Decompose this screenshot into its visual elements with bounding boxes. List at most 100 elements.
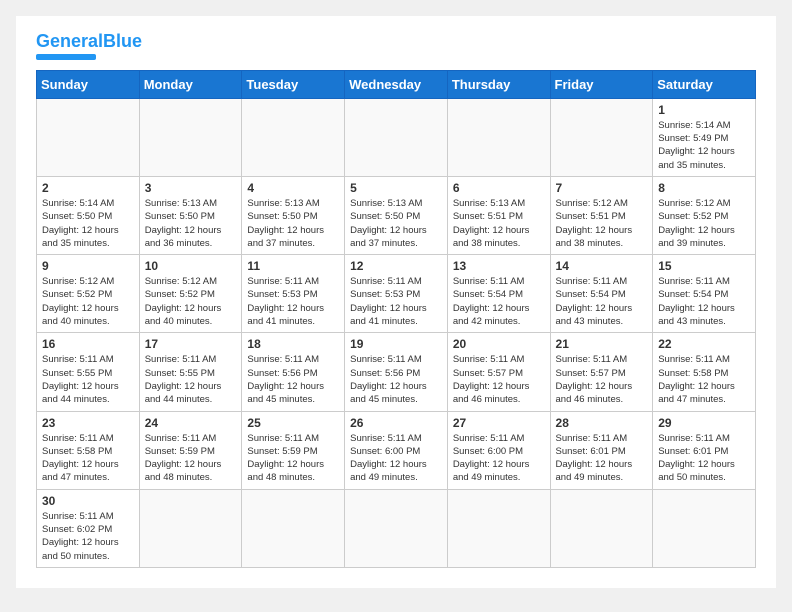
calendar-cell: 15 Sunrise: 5:11 AM Sunset: 5:54 PM Dayli…: [653, 255, 756, 333]
day-info: Sunrise: 5:13 AM Sunset: 5:50 PM Dayligh…: [350, 197, 442, 250]
day-info: Sunrise: 5:11 AM Sunset: 5:54 PM Dayligh…: [453, 275, 545, 328]
calendar-row-0: 1 Sunrise: 5:14 AM Sunset: 5:49 PM Daylig…: [37, 98, 756, 176]
calendar-cell: [242, 98, 345, 176]
day-info: Sunrise: 5:11 AM Sunset: 5:54 PM Dayligh…: [556, 275, 648, 328]
calendar-cell: 17 Sunrise: 5:11 AM Sunset: 5:55 PM Dayli…: [139, 333, 242, 411]
day-info: Sunrise: 5:11 AM Sunset: 5:55 PM Dayligh…: [145, 353, 237, 406]
weekday-tuesday: Tuesday: [242, 70, 345, 98]
logo-blue: Blue: [103, 31, 142, 51]
day-info: Sunrise: 5:12 AM Sunset: 5:52 PM Dayligh…: [145, 275, 237, 328]
calendar-cell: 5Sunrise: 5:13 AM Sunset: 5:50 PM Daylig…: [345, 176, 448, 254]
weekday-header-row: SundayMondayTuesdayWednesdayThursdayFrid…: [37, 70, 756, 98]
calendar-cell: [139, 98, 242, 176]
day-number: 12: [350, 259, 442, 273]
calendar: SundayMondayTuesdayWednesdayThursdayFrid…: [36, 70, 756, 568]
weekday-saturday: Saturday: [653, 70, 756, 98]
day-info: Sunrise: 5:11 AM Sunset: 6:01 PM Dayligh…: [556, 432, 648, 485]
day-info: Sunrise: 5:11 AM Sunset: 6:01 PM Dayligh…: [658, 432, 750, 485]
logo-text: GeneralBlue: [36, 32, 142, 52]
day-info: Sunrise: 5:11 AM Sunset: 5:55 PM Dayligh…: [42, 353, 134, 406]
weekday-friday: Friday: [550, 70, 653, 98]
calendar-cell: 10 Sunrise: 5:12 AM Sunset: 5:52 PM Dayli…: [139, 255, 242, 333]
calendar-row-5: 30 Sunrise: 5:11 AM Sunset: 6:02 PM Dayli…: [37, 489, 756, 567]
day-info: Sunrise: 5:11 AM Sunset: 5:53 PM Dayligh…: [350, 275, 442, 328]
calendar-cell: 29 Sunrise: 5:11 AM Sunset: 6:01 PM Dayli…: [653, 411, 756, 489]
calendar-cell: [37, 98, 140, 176]
day-info: Sunrise: 5:12 AM Sunset: 5:52 PM Dayligh…: [658, 197, 750, 250]
day-info: Sunrise: 5:14 AM Sunset: 5:49 PM Dayligh…: [658, 119, 750, 172]
day-number: 17: [145, 337, 237, 351]
calendar-cell: 14 Sunrise: 5:11 AM Sunset: 5:54 PM Dayli…: [550, 255, 653, 333]
day-number: 22: [658, 337, 750, 351]
day-number: 24: [145, 416, 237, 430]
day-info: Sunrise: 5:11 AM Sunset: 5:56 PM Dayligh…: [247, 353, 339, 406]
page: GeneralBlue SundayMondayTuesdayWednesday…: [16, 16, 776, 588]
calendar-cell: 9 Sunrise: 5:12 AM Sunset: 5:52 PM Daylig…: [37, 255, 140, 333]
calendar-cell: [447, 489, 550, 567]
day-info: Sunrise: 5:11 AM Sunset: 5:58 PM Dayligh…: [658, 353, 750, 406]
weekday-monday: Monday: [139, 70, 242, 98]
day-number: 28: [556, 416, 648, 430]
day-number: 14: [556, 259, 648, 273]
day-number: 25: [247, 416, 339, 430]
calendar-cell: 23 Sunrise: 5:11 AM Sunset: 5:58 PM Dayli…: [37, 411, 140, 489]
logo-bar: [36, 54, 96, 60]
calendar-cell: 18 Sunrise: 5:11 AM Sunset: 5:56 PM Dayli…: [242, 333, 345, 411]
day-info: Sunrise: 5:13 AM Sunset: 5:50 PM Dayligh…: [247, 197, 339, 250]
day-number: 2: [42, 181, 134, 195]
day-number: 18: [247, 337, 339, 351]
day-info: Sunrise: 5:12 AM Sunset: 5:52 PM Dayligh…: [42, 275, 134, 328]
calendar-cell: [345, 489, 448, 567]
day-number: 15: [658, 259, 750, 273]
day-number: 9: [42, 259, 134, 273]
day-number: 27: [453, 416, 545, 430]
day-info: Sunrise: 5:11 AM Sunset: 5:58 PM Dayligh…: [42, 432, 134, 485]
calendar-cell: 13Sunrise: 5:11 AM Sunset: 5:54 PM Dayli…: [447, 255, 550, 333]
calendar-cell: 28 Sunrise: 5:11 AM Sunset: 6:01 PM Dayli…: [550, 411, 653, 489]
calendar-cell: 19 Sunrise: 5:11 AM Sunset: 5:56 PM Dayli…: [345, 333, 448, 411]
weekday-wednesday: Wednesday: [345, 70, 448, 98]
day-number: 19: [350, 337, 442, 351]
calendar-cell: [139, 489, 242, 567]
day-number: 16: [42, 337, 134, 351]
day-info: Sunrise: 5:14 AM Sunset: 5:50 PM Dayligh…: [42, 197, 134, 250]
day-number: 1: [658, 103, 750, 117]
calendar-cell: 30 Sunrise: 5:11 AM Sunset: 6:02 PM Dayli…: [37, 489, 140, 567]
calendar-cell: 4Sunrise: 5:13 AM Sunset: 5:50 PM Daylig…: [242, 176, 345, 254]
day-info: Sunrise: 5:11 AM Sunset: 5:59 PM Dayligh…: [247, 432, 339, 485]
day-info: Sunrise: 5:11 AM Sunset: 5:53 PM Dayligh…: [247, 275, 339, 328]
day-number: 29: [658, 416, 750, 430]
day-number: 8: [658, 181, 750, 195]
calendar-cell: 16 Sunrise: 5:11 AM Sunset: 5:55 PM Dayli…: [37, 333, 140, 411]
day-number: 23: [42, 416, 134, 430]
calendar-cell: 6Sunrise: 5:13 AM Sunset: 5:51 PM Daylig…: [447, 176, 550, 254]
day-info: Sunrise: 5:12 AM Sunset: 5:51 PM Dayligh…: [556, 197, 648, 250]
day-info: Sunrise: 5:11 AM Sunset: 5:54 PM Dayligh…: [658, 275, 750, 328]
calendar-cell: 8 Sunrise: 5:12 AM Sunset: 5:52 PM Daylig…: [653, 176, 756, 254]
day-info: Sunrise: 5:11 AM Sunset: 5:56 PM Dayligh…: [350, 353, 442, 406]
day-number: 30: [42, 494, 134, 508]
calendar-cell: 7 Sunrise: 5:12 AM Sunset: 5:51 PM Daylig…: [550, 176, 653, 254]
day-number: 7: [556, 181, 648, 195]
day-info: Sunrise: 5:11 AM Sunset: 5:57 PM Dayligh…: [453, 353, 545, 406]
day-info: Sunrise: 5:13 AM Sunset: 5:51 PM Dayligh…: [453, 197, 545, 250]
calendar-row-2: 9 Sunrise: 5:12 AM Sunset: 5:52 PM Daylig…: [37, 255, 756, 333]
calendar-cell: [447, 98, 550, 176]
calendar-cell: [550, 98, 653, 176]
calendar-cell: 3Sunrise: 5:13 AM Sunset: 5:50 PM Daylig…: [139, 176, 242, 254]
weekday-thursday: Thursday: [447, 70, 550, 98]
day-info: Sunrise: 5:11 AM Sunset: 5:59 PM Dayligh…: [145, 432, 237, 485]
calendar-cell: 22 Sunrise: 5:11 AM Sunset: 5:58 PM Dayli…: [653, 333, 756, 411]
day-number: 26: [350, 416, 442, 430]
logo: GeneralBlue: [36, 32, 142, 60]
weekday-sunday: Sunday: [37, 70, 140, 98]
calendar-cell: [653, 489, 756, 567]
day-info: Sunrise: 5:13 AM Sunset: 5:50 PM Dayligh…: [145, 197, 237, 250]
calendar-cell: [242, 489, 345, 567]
day-info: Sunrise: 5:11 AM Sunset: 6:02 PM Dayligh…: [42, 510, 134, 563]
logo-general: General: [36, 31, 103, 51]
calendar-cell: 20Sunrise: 5:11 AM Sunset: 5:57 PM Dayli…: [447, 333, 550, 411]
calendar-cell: 1 Sunrise: 5:14 AM Sunset: 5:49 PM Daylig…: [653, 98, 756, 176]
calendar-cell: 21Sunrise: 5:11 AM Sunset: 5:57 PM Dayli…: [550, 333, 653, 411]
day-number: 10: [145, 259, 237, 273]
